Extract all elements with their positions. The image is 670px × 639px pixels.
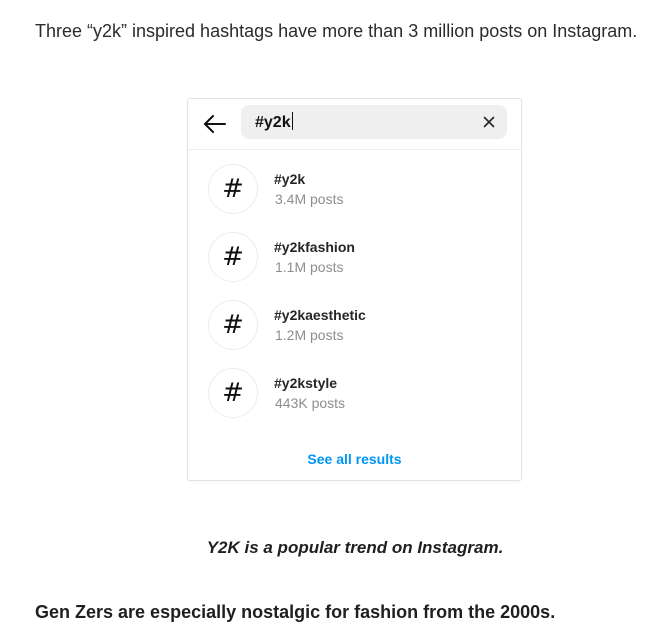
see-all-results-link[interactable]: See all results — [188, 451, 521, 467]
intro-text: Three “y2k” inspired hashtags have more … — [35, 21, 638, 41]
search-header: #y2k — [188, 99, 521, 150]
hashtag-name: #y2kfashion — [274, 239, 355, 255]
result-item[interactable]: # #y2kaesthetic 1.2M posts — [188, 300, 521, 368]
search-query: #y2k — [255, 114, 291, 131]
image-caption: Y2K is a popular trend on Instagram. — [206, 538, 504, 557]
back-button[interactable] — [202, 112, 228, 136]
result-item[interactable]: # #y2k 3.4M posts — [188, 164, 521, 232]
hashtag-name: #y2k — [274, 171, 306, 187]
closing-statement: Gen Zers are especially nostalgic for fa… — [35, 602, 556, 622]
post-count: 1.1M posts — [275, 259, 344, 275]
hashtag-icon: # — [208, 164, 258, 214]
result-item[interactable]: # #y2kstyle 443K posts — [188, 368, 521, 436]
instagram-search-card: #y2k # #y2k 3.4M posts # #y2kfashion 1.1… — [187, 98, 522, 481]
hashtag-name: #y2kaesthetic — [274, 307, 366, 323]
text-caret — [291, 112, 293, 130]
post-count: 443K posts — [275, 395, 346, 411]
post-count: 1.2M posts — [275, 327, 344, 343]
post-count: 3.4M posts — [275, 191, 344, 207]
result-item[interactable]: # #y2kfashion 1.1M posts — [188, 232, 521, 300]
hashtag-icon: # — [208, 300, 258, 350]
arrow-left-icon — [204, 115, 226, 133]
clear-search-button[interactable] — [480, 113, 498, 131]
search-input[interactable]: #y2k — [241, 105, 507, 139]
hashtag-name: #y2kstyle — [274, 375, 338, 391]
hashtag-icon: # — [208, 368, 258, 418]
hashtag-icon: # — [208, 232, 258, 282]
close-icon — [483, 116, 495, 128]
results-list: # #y2k 3.4M posts # #y2kfashion 1.1M pos… — [188, 164, 521, 436]
